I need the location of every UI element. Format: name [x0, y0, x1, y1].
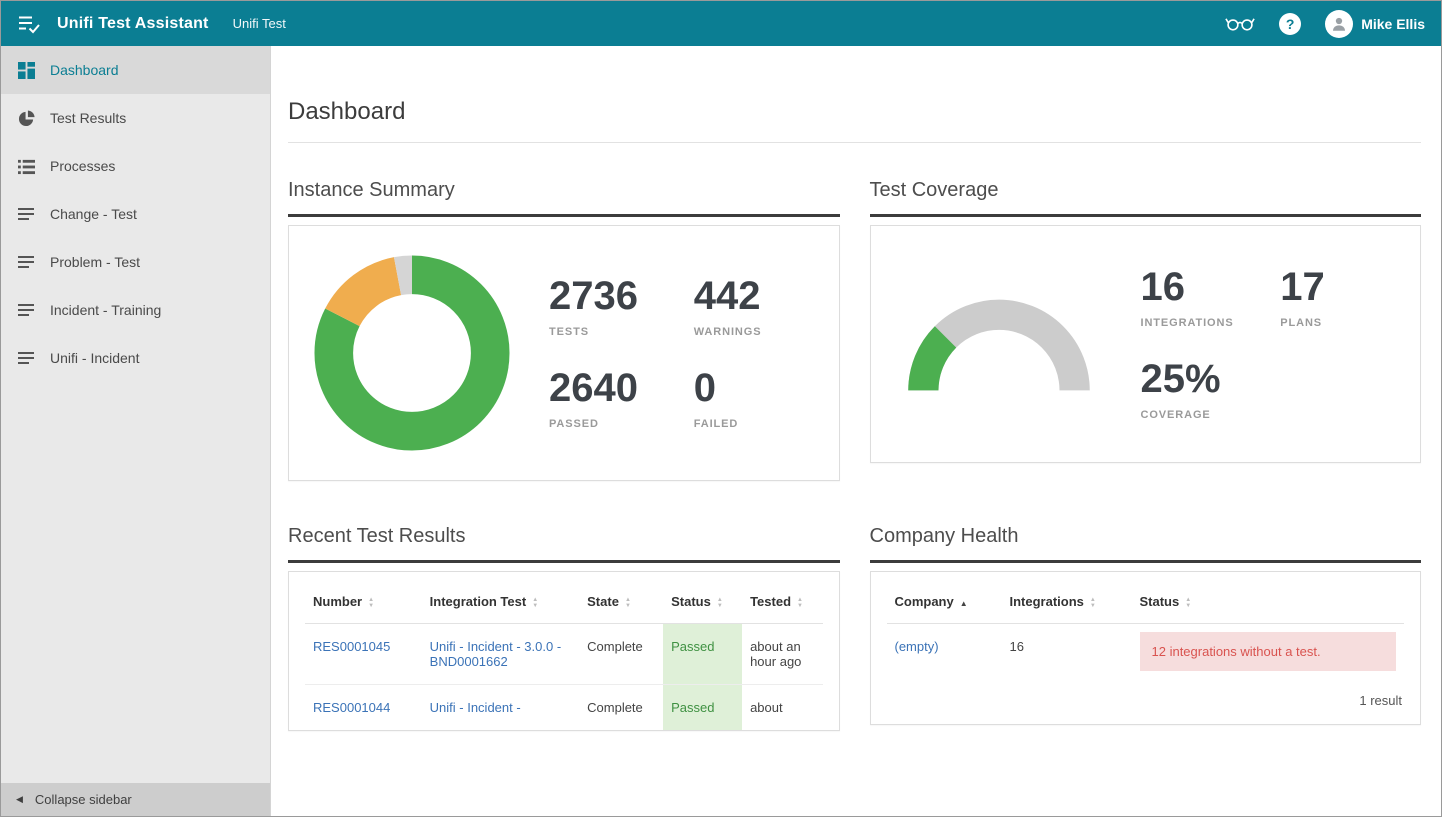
- column-header-status[interactable]: Status▲▼: [1132, 578, 1405, 624]
- instance-summary-section: Instance Summary 2736 TESTS 442 WARNINGS: [288, 179, 840, 481]
- cell-state: Complete: [579, 624, 663, 685]
- list-icon: [18, 157, 36, 175]
- topbar: Unifi Test Assistant Unifi Test ? Mike E…: [1, 1, 1441, 46]
- sort-icon: ▲▼: [368, 597, 374, 609]
- sidebar-item-label: Problem - Test: [50, 254, 140, 270]
- app-title: Unifi Test Assistant: [57, 15, 209, 33]
- user-name: Mike Ellis: [1361, 16, 1425, 32]
- sidebar-item-label: Incident - Training: [50, 302, 161, 318]
- sort-icon: ▲▼: [717, 597, 723, 609]
- sidebar-item-test-results[interactable]: Test Results: [1, 94, 270, 142]
- test-coverage-title: Test Coverage: [870, 179, 1422, 217]
- stat-integrations: 16 INTEGRATIONS: [1141, 267, 1257, 329]
- recent-test-results-table: Number▲▼ Integration Test▲▼ State▲▼ Stat…: [305, 578, 823, 730]
- company-health-table: Company▲ Integrations▲▼ Status▲▼ (empty)…: [887, 578, 1405, 679]
- test-coverage-section: Test Coverage 16 INTEGRATIONS 17 PLANS: [870, 179, 1422, 463]
- page-title: Dashboard: [288, 98, 1421, 126]
- instance-summary-title: Instance Summary: [288, 179, 840, 217]
- sidebar-item-label: Processes: [50, 158, 115, 174]
- instance-donut-chart: [313, 254, 511, 452]
- status-badge: Passed: [663, 624, 742, 685]
- sort-icon: ▲▼: [532, 597, 538, 609]
- column-header-integration-test[interactable]: Integration Test▲▼: [422, 578, 579, 624]
- sort-icon: ▲▼: [1185, 597, 1191, 609]
- recent-test-results-section: Recent Test Results Number▲▼ Integration…: [288, 525, 840, 731]
- cell-integrations: 16: [1002, 624, 1132, 680]
- column-header-integrations[interactable]: Integrations▲▼: [1002, 578, 1132, 624]
- stat-tests: 2736 TESTS: [549, 276, 670, 338]
- record-link[interactable]: RES0001044: [313, 700, 390, 715]
- sidebar: Dashboard Test Results Processes: [1, 46, 271, 816]
- sidebar-item-dashboard[interactable]: Dashboard: [1, 46, 270, 94]
- table-row: (empty) 16 12 integrations without a tes…: [887, 624, 1405, 680]
- lines-icon: [18, 349, 36, 367]
- sidebar-item-unifi-incident[interactable]: Unifi - Incident: [1, 334, 270, 382]
- result-count: 1 result: [871, 679, 1421, 724]
- recent-test-results-card: Number▲▼ Integration Test▲▼ State▲▼ Stat…: [288, 571, 840, 731]
- sidebar-item-change-test[interactable]: Change - Test: [1, 190, 270, 238]
- company-link[interactable]: (empty): [895, 639, 939, 654]
- collapse-arrow-icon: ◀: [16, 794, 23, 805]
- stat-warnings: 442 WARNINGS: [694, 276, 815, 338]
- avatar: [1325, 10, 1353, 38]
- cell-state: Complete: [579, 685, 663, 731]
- sidebar-item-label: Test Results: [50, 110, 126, 126]
- stat-passed: 2640 PASSED: [549, 368, 670, 430]
- sort-icon: ▲▼: [797, 597, 803, 609]
- lines-icon: [18, 253, 36, 271]
- coverage-gauge-chart: [895, 294, 1103, 412]
- sidebar-item-label: Unifi - Incident: [50, 350, 139, 366]
- integration-test-link[interactable]: Unifi - Incident - 3.0.0 - BND0001662: [430, 639, 562, 669]
- sidebar-item-incident-training[interactable]: Incident - Training: [1, 286, 270, 334]
- column-header-company[interactable]: Company▲: [887, 578, 1002, 624]
- stat-coverage: 25% COVERAGE: [1141, 359, 1257, 421]
- column-header-tested[interactable]: Tested▲▼: [742, 578, 822, 624]
- company-health-section: Company Health Company▲ Integrations▲▼ S…: [870, 525, 1422, 725]
- sort-icon: ▲▼: [1090, 597, 1096, 609]
- lines-icon: [18, 301, 36, 319]
- status-badge: Passed: [663, 685, 742, 731]
- sidebar-item-label: Dashboard: [50, 62, 119, 78]
- sidebar-item-problem-test[interactable]: Problem - Test: [1, 238, 270, 286]
- record-link[interactable]: RES0001045: [313, 639, 390, 654]
- cell-tested: about: [742, 685, 822, 731]
- collapse-sidebar-button[interactable]: ◀ Collapse sidebar: [1, 783, 270, 816]
- recent-test-results-title: Recent Test Results: [288, 525, 840, 563]
- title-divider: [288, 142, 1421, 143]
- stat-failed: 0 FAILED: [694, 368, 815, 430]
- sidebar-item-processes[interactable]: Processes: [1, 142, 270, 190]
- stat-plans: 17 PLANS: [1280, 267, 1396, 329]
- collapse-sidebar-label: Collapse sidebar: [35, 792, 132, 807]
- company-health-card: Company▲ Integrations▲▼ Status▲▼ (empty)…: [870, 571, 1422, 725]
- help-icon[interactable]: ?: [1279, 13, 1301, 35]
- menu-check-icon[interactable]: [17, 13, 41, 35]
- user-menu[interactable]: Mike Ellis: [1325, 10, 1425, 38]
- test-coverage-card: 16 INTEGRATIONS 17 PLANS 25% COVERAGE: [870, 225, 1422, 463]
- company-health-title: Company Health: [870, 525, 1422, 563]
- lines-icon: [18, 205, 36, 223]
- table-row: RES0001044 Unifi - Incident - Complete P…: [305, 685, 823, 731]
- glasses-icon[interactable]: [1225, 15, 1255, 32]
- cell-tested: about an hour ago: [742, 624, 822, 685]
- status-warning-badge: 12 integrations without a test.: [1140, 632, 1397, 671]
- app-subtitle: Unifi Test: [233, 16, 286, 31]
- column-header-state[interactable]: State▲▼: [579, 578, 663, 624]
- pie-chart-icon: [18, 109, 36, 127]
- dashboard-grid-icon: [18, 61, 36, 79]
- integration-test-link[interactable]: Unifi - Incident -: [430, 700, 521, 715]
- instance-summary-card: 2736 TESTS 442 WARNINGS 2640 PASSED: [288, 225, 840, 481]
- sort-asc-icon: ▲: [960, 599, 968, 608]
- column-header-number[interactable]: Number▲▼: [305, 578, 422, 624]
- table-row: RES0001045 Unifi - Incident - 3.0.0 - BN…: [305, 624, 823, 685]
- column-header-status[interactable]: Status▲▼: [663, 578, 742, 624]
- main-content: Dashboard Instance Summary 2736 TESTS: [271, 46, 1441, 816]
- sidebar-item-label: Change - Test: [50, 206, 137, 222]
- sort-icon: ▲▼: [625, 597, 631, 609]
